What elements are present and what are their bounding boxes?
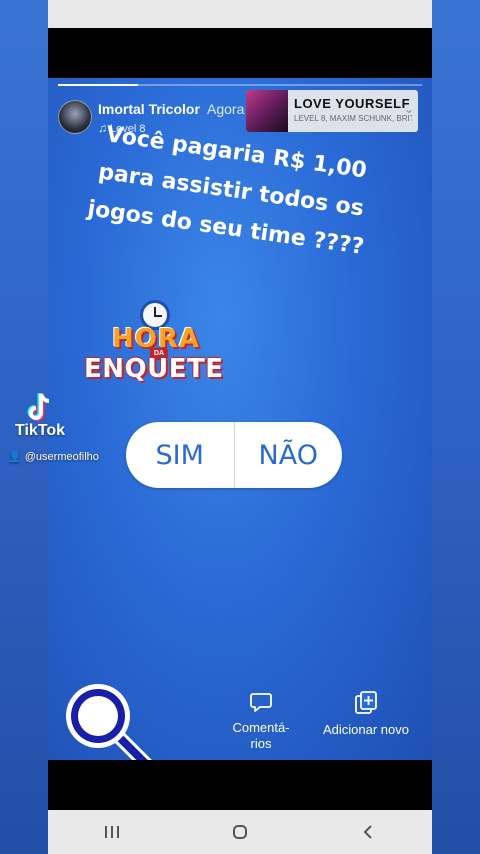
comment-bubble-icon xyxy=(250,693,272,712)
back-chevron-icon xyxy=(363,825,372,839)
home-button[interactable] xyxy=(220,817,260,847)
top-letterbox xyxy=(48,28,432,78)
tiktok-brand: TikTok xyxy=(14,422,66,439)
add-new-button[interactable]: Adicionar novo xyxy=(316,690,416,738)
magnifier-icon xyxy=(66,684,152,760)
story-progress-bar xyxy=(58,84,422,86)
add-story-icon xyxy=(355,691,377,714)
android-nav-bar xyxy=(48,810,432,854)
recent-apps-button[interactable] xyxy=(92,817,132,847)
tiktok-logo-icon xyxy=(27,393,50,421)
music-sticker[interactable]: LOVE YOURSELF LEVEL 8, MAXIM SCHUNK, BRI… xyxy=(246,90,418,132)
tiktok-handle-text: @usermeofilho xyxy=(24,451,99,463)
chevron-down-icon: ⌄ xyxy=(403,102,414,116)
home-icon xyxy=(233,825,247,839)
comments-button[interactable]: Comentá- rios xyxy=(226,690,296,752)
story-progress-fill xyxy=(58,84,139,86)
comments-label-line2: rios xyxy=(250,736,272,751)
music-title: LOVE YOURSELF xyxy=(294,96,411,111)
comments-label-line1: Comentá- xyxy=(232,720,290,735)
poll-option-sim[interactable]: SIM xyxy=(126,422,234,488)
poll-option-nao[interactable]: NÃO xyxy=(235,422,343,488)
music-artist: LEVEL 8, MAXIM SCHUNK, BRIT xyxy=(294,114,412,123)
back-button[interactable] xyxy=(348,817,388,847)
username[interactable]: Imortal Tricolor xyxy=(98,101,200,117)
tiktok-handle: 👤 @usermeofilho xyxy=(8,450,99,463)
user-icon: 👤 xyxy=(8,451,22,463)
bottom-letterbox xyxy=(48,760,432,810)
phone-frame: Imortal Tricolor Agora mesmo ♫Level 8 LO… xyxy=(48,0,432,854)
status-bar xyxy=(48,0,432,28)
story-view[interactable]: Imortal Tricolor Agora mesmo ♫Level 8 LO… xyxy=(48,78,432,760)
question-text: Você pagaria R$ 1,00 para assistir todos… xyxy=(60,112,403,271)
add-new-label: Adicionar novo xyxy=(323,722,409,737)
sticker-enquete: ENQUETE xyxy=(84,354,224,384)
poll-sticker: SIM NÃO xyxy=(126,422,342,488)
tiktok-watermark: TikTok xyxy=(4,392,76,440)
album-art xyxy=(246,90,288,132)
recent-apps-icon xyxy=(105,826,119,838)
hora-da-enquete-sticker: HORA DA ENQUETE xyxy=(84,300,244,388)
